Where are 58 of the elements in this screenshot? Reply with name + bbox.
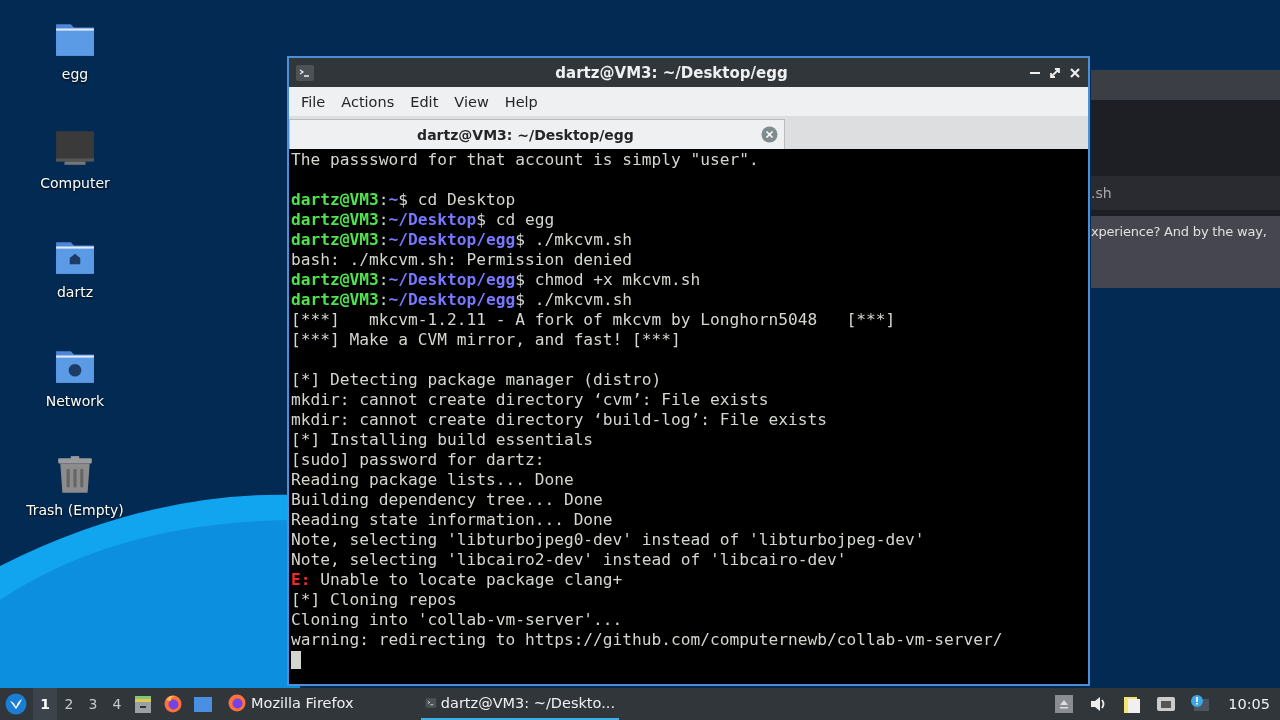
terminal-line: [*] Cloning repos	[291, 590, 457, 609]
eject-icon[interactable]	[1054, 694, 1075, 714]
workspace-button[interactable]: 3	[81, 688, 105, 720]
taskbar-task[interactable]: Mozilla Firefox	[223, 688, 421, 720]
start-menu-icon[interactable]	[5, 693, 27, 715]
desktop-icon-label[interactable]: Trash (Empty)	[26, 502, 124, 518]
terminal-line: bash: ./mkcvm.sh: Permission denied	[291, 250, 633, 269]
window-title: dartz@VM3: ~/Desktop/egg	[554, 63, 789, 82]
terminal-line: The passsword for that account is simply "user".	[291, 150, 759, 169]
terminal-line: Note, selecting 'libcairo2-dev' instead of 'libcairo-dev'	[291, 550, 847, 569]
firefox-icon[interactable]	[163, 694, 183, 714]
menu-item[interactable]: Edit	[402, 93, 447, 110]
clock[interactable]: 10:05	[1228, 696, 1270, 712]
desktop-icon-label[interactable]: egg	[61, 66, 89, 82]
terminal-line: mkdir: cannot create directory ‘build-log’: File exists	[291, 410, 827, 429]
terminal-line: dartz@VM3:~/Desktop$ cd egg	[291, 210, 555, 229]
workspace-button[interactable]: 1	[33, 688, 57, 720]
desktop-icon-label[interactable]: Computer	[40, 175, 110, 191]
file-name-text: .sh	[1091, 185, 1112, 201]
taskbar-task[interactable]: dartz@VM3: ~/Deskto...	[421, 688, 619, 720]
terminal-line: [*] Installing build essentials	[291, 430, 594, 449]
terminal-line: E: Unable to locate package clang+	[291, 570, 623, 589]
terminal-line: Reading state information... Done	[291, 510, 613, 529]
close-tab-icon[interactable]	[761, 126, 778, 143]
terminal-line: [***] mkcvm-1.2.11 - A fork of mkcvm by Longhorn5048 [***]	[291, 310, 896, 329]
menu-item[interactable]: Help	[496, 93, 546, 110]
terminal-line: dartz@VM3:~$ cd Desktop	[291, 190, 516, 209]
desktop-icon-label[interactable]: dartz	[56, 284, 94, 300]
desktop-icon-label[interactable]: Network	[45, 393, 105, 409]
notification-icon[interactable]	[1190, 694, 1211, 714]
message-text: xperience? And by the way,	[1091, 224, 1267, 239]
terminal-line: warning: redirecting to https://github.com/computernewb/collab-vm-server/	[291, 630, 1003, 649]
terminal-line: dartz@VM3:~/Desktop/egg$ ./mkcvm.sh	[291, 290, 633, 309]
menu-item[interactable]: View	[446, 93, 497, 110]
file-cabinet-icon[interactable]	[133, 694, 153, 714]
menu-item[interactable]: File	[293, 93, 334, 110]
firefox-icon	[227, 693, 247, 713]
terminal-line: mkdir: cannot create directory ‘cvm’: File exists	[291, 390, 769, 409]
text-cursor	[291, 651, 301, 669]
maximize-icon[interactable]	[1048, 65, 1062, 80]
terminal-line: [***] Make a CVM mirror, and fast! [***]	[291, 330, 681, 349]
close-icon[interactable]	[1068, 65, 1082, 80]
window-icon[interactable]	[193, 694, 213, 714]
terminal-line: Cloning into 'collab-vm-server'...	[291, 610, 623, 629]
network-icon[interactable]	[1156, 694, 1177, 714]
terminal-line: dartz@VM3:~/Desktop/egg$ ./mkcvm.sh	[291, 230, 633, 249]
terminal-line: [sudo] password for dartz:	[291, 450, 545, 469]
terminal-line: dartz@VM3:~/Desktop/egg$ chmod +x mkcvm.sh	[291, 270, 701, 289]
terminal-line: Note, selecting 'libturbojpeg0-dev' instead of 'libturbojpeg-dev'	[291, 530, 925, 549]
workspace-button[interactable]: 2	[57, 688, 81, 720]
workspace-button[interactable]: 4	[105, 688, 129, 720]
terminal-line: [*] Detecting package manager (distro)	[291, 370, 662, 389]
terminal-tab[interactable]: dartz@VM3: ~/Desktop/egg	[289, 119, 785, 149]
terminal-line: Building dependency tree... Done	[291, 490, 603, 509]
clipboard-icon[interactable]	[1122, 694, 1143, 714]
menu-item[interactable]: Actions	[333, 93, 403, 110]
terminal-icon	[295, 62, 315, 83]
terminal-line: Reading package lists... Done	[291, 470, 574, 489]
